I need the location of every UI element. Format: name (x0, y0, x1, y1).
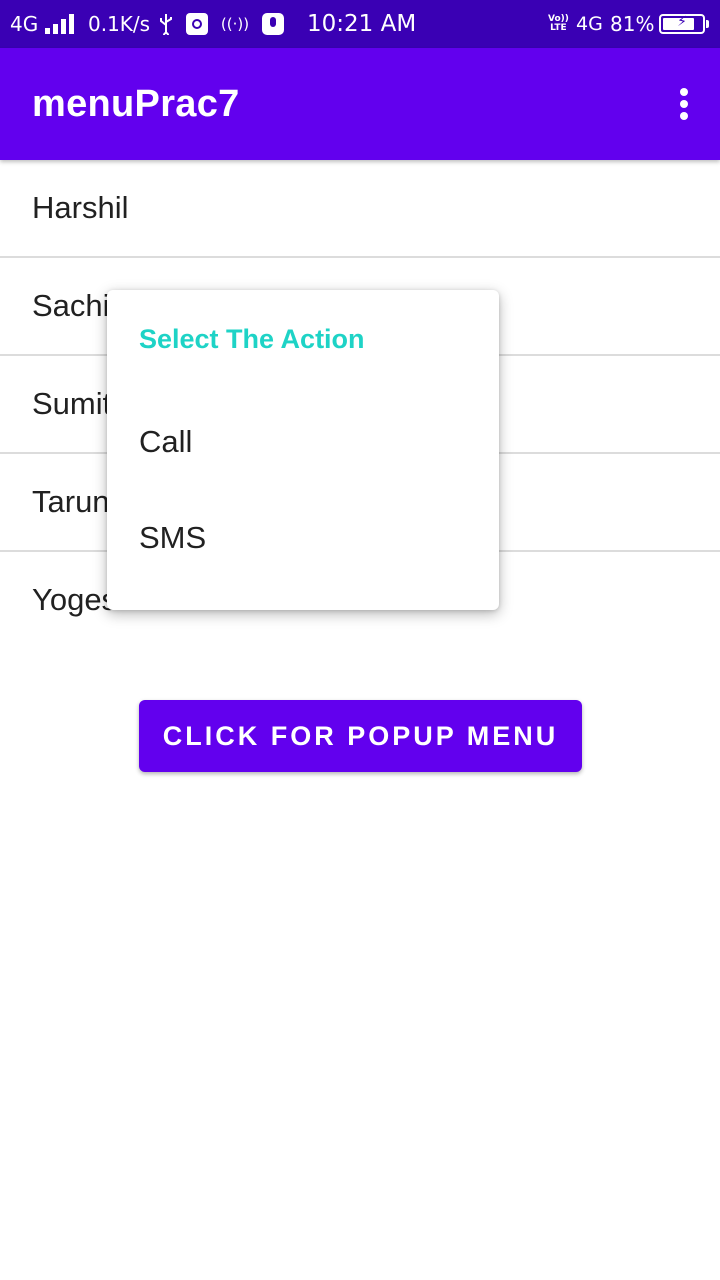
mic-icon (262, 13, 284, 35)
volte-indicator: Vo)) LTE (548, 0, 569, 48)
menu-item-sms[interactable]: SMS (107, 490, 499, 586)
volte-bottom: LTE (550, 23, 567, 33)
charging-bolt-icon: ⚡ (677, 14, 687, 30)
more-vert-icon[interactable] (672, 84, 696, 124)
clock: 10:21 AM (307, 11, 417, 37)
context-menu: Select The Action Call SMS (107, 290, 499, 610)
hotspot-icon: ((·)) (220, 15, 250, 33)
notification-icons: ((·)) (158, 12, 284, 38)
signal-icon (45, 14, 75, 34)
network-type: 4G (10, 12, 39, 36)
popup-menu-button[interactable]: CLICK FOR POPUP MENU (139, 700, 582, 772)
battery-percent: 81% (610, 12, 655, 36)
app-title: menuPrac7 (32, 83, 240, 125)
status-bar: 4G 0.1K/s ((·)) 10:21 AM Vo)) LTE 4G 81%… (0, 0, 720, 48)
list-item-harshil[interactable]: Harshil (0, 160, 720, 258)
network-type-right: 4G (576, 13, 603, 35)
app-bar: menuPrac7 (0, 48, 720, 160)
usb-icon (158, 13, 174, 38)
menu-item-call[interactable]: Call (107, 394, 499, 490)
battery-charging-icon: ⚡ (659, 14, 709, 34)
network-speed: 0.1K/s (88, 12, 151, 36)
context-menu-header: Select The Action (139, 324, 365, 354)
debug-icon (186, 13, 208, 35)
